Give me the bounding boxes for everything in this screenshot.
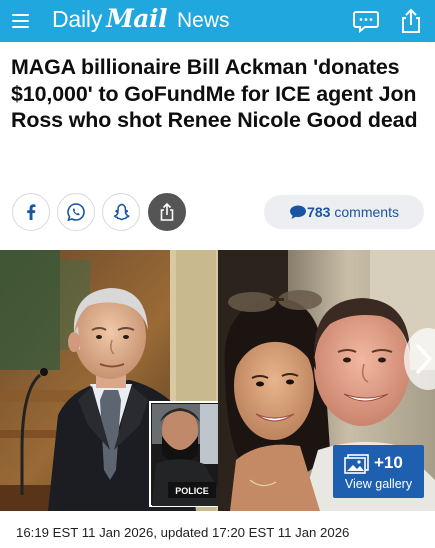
next-image-button[interactable] (404, 328, 435, 390)
logo-daily: Daily (52, 6, 103, 32)
hamburger-menu-icon[interactable] (8, 8, 34, 34)
facebook-share-button[interactable] (12, 193, 50, 231)
facebook-icon (27, 204, 36, 220)
site-logo[interactable]: Daily Mail News (52, 4, 230, 38)
gallery-icon (344, 454, 369, 474)
top-navigation-bar: Daily Mail News (0, 0, 435, 42)
whatsapp-share-button[interactable] (57, 193, 95, 231)
menu-line (12, 26, 29, 28)
comments-count: 783 (307, 204, 331, 220)
speech-bubble-icon (290, 205, 307, 219)
share-icon (160, 202, 174, 221)
comments-label: comments (334, 204, 399, 220)
menu-line (12, 14, 29, 16)
article-headline: MAGA billionaire Bill Ackman 'donates $1… (11, 55, 418, 132)
menu-line (12, 20, 29, 22)
logo-mail: Mail (106, 4, 167, 33)
snapchat-icon (113, 203, 130, 221)
gallery-count: +10 (374, 453, 403, 472)
more-share-button[interactable] (148, 193, 186, 231)
whatsapp-icon (67, 203, 85, 222)
comments-button[interactable]: 783 comments (264, 195, 424, 229)
article-timestamp: 16:19 EST 11 Jan 2026, updated 17:20 EST… (16, 525, 350, 540)
comments-icon[interactable] (352, 7, 380, 35)
snapchat-share-button[interactable] (102, 193, 140, 231)
section-name[interactable]: News (177, 9, 230, 33)
police-vest-text: POLICE (175, 486, 209, 496)
view-gallery-label: View gallery (344, 477, 413, 491)
chevron-right-icon (416, 344, 432, 374)
share-icon[interactable] (397, 7, 425, 35)
view-gallery-button[interactable]: +10 View gallery (333, 445, 424, 498)
